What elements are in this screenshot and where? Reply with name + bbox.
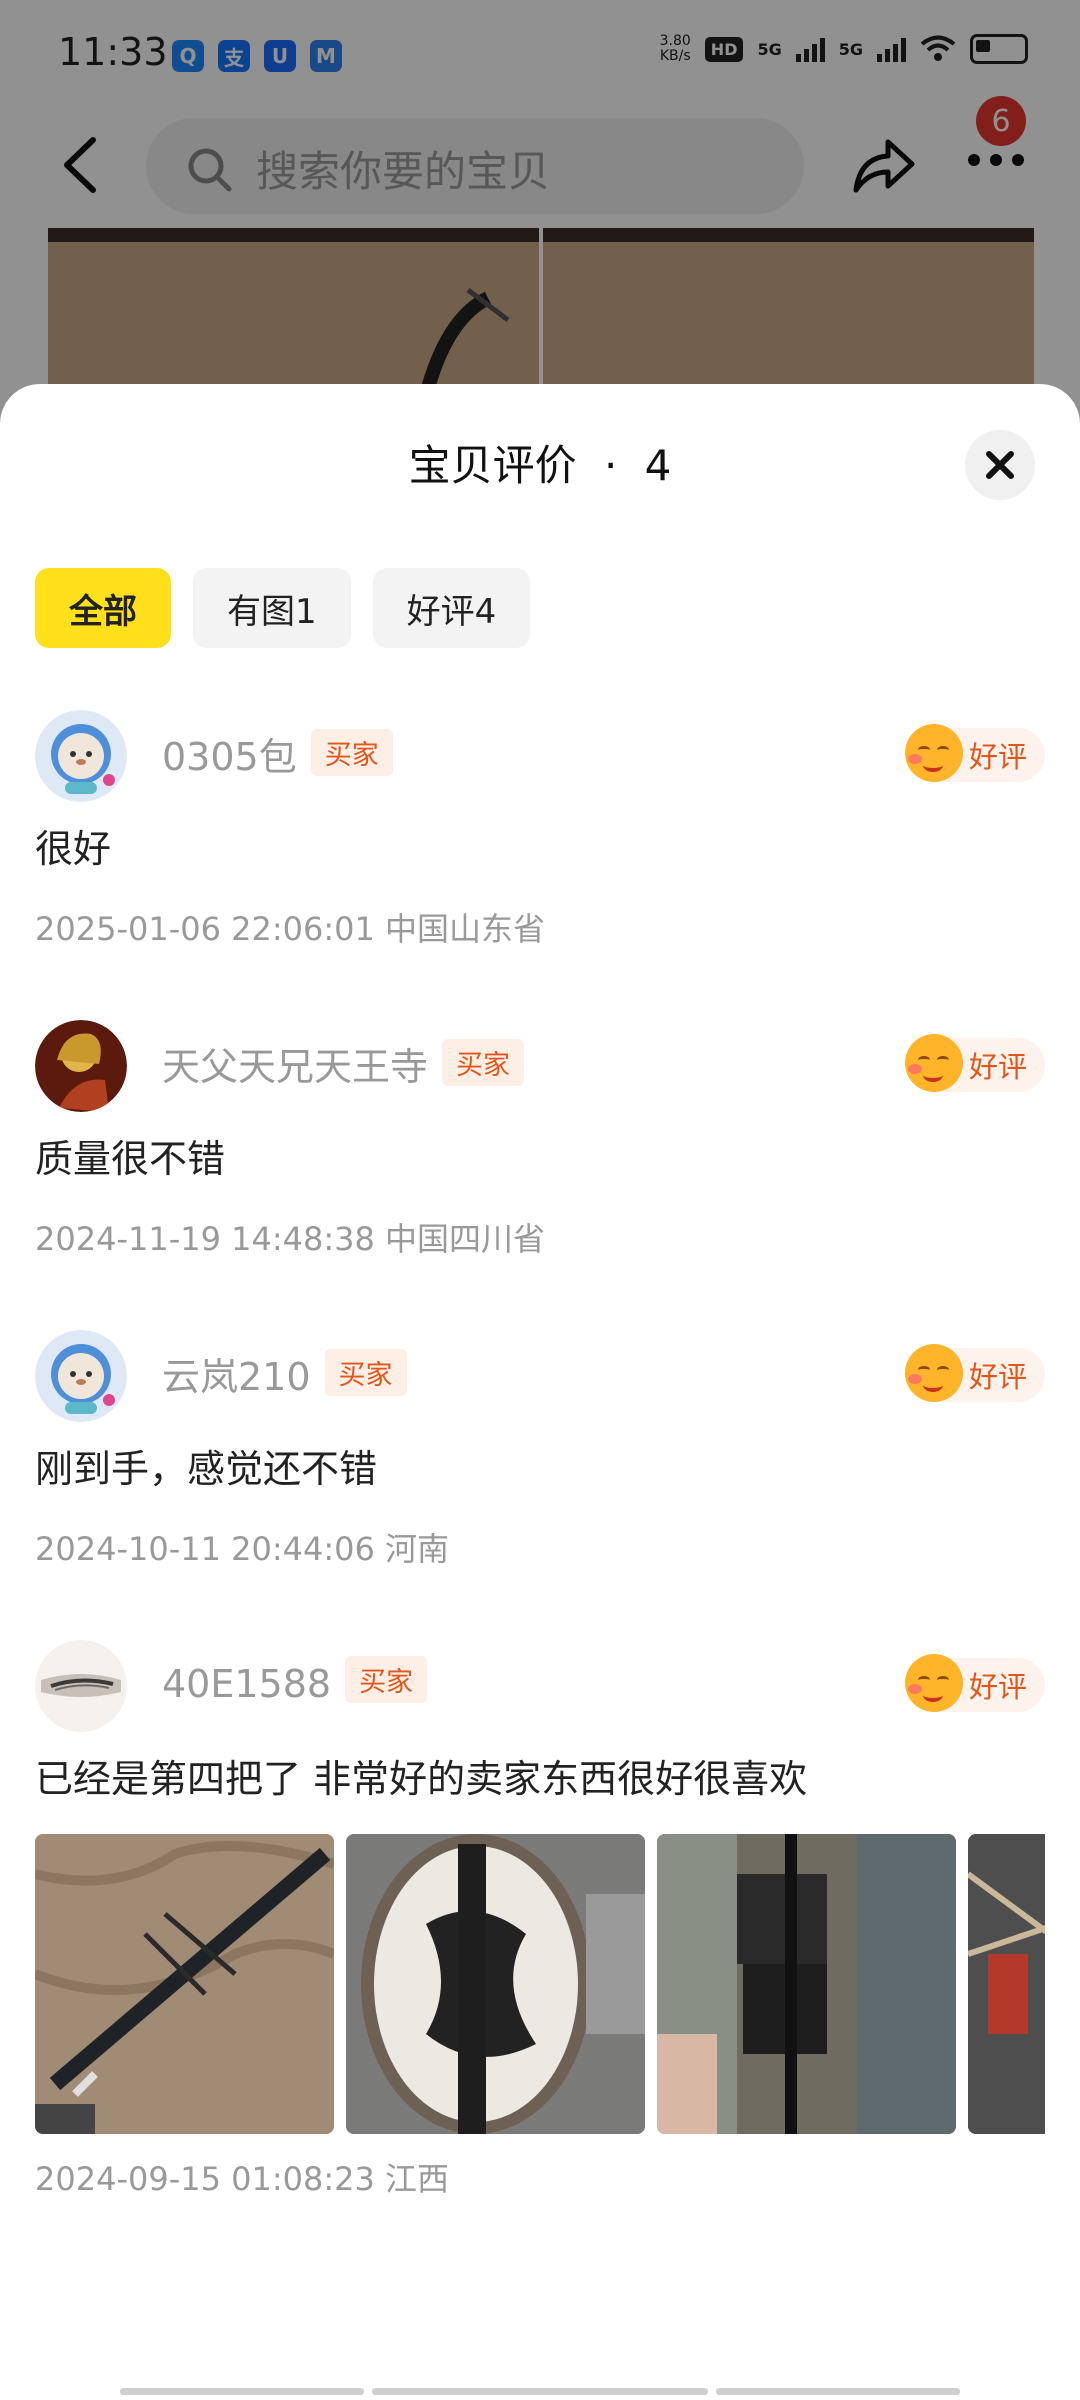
username[interactable]: 0305包 买家 [162, 726, 393, 781]
avatar[interactable] [35, 1020, 127, 1112]
rating-label: 好评 [968, 1670, 1027, 1704]
filter-positive[interactable]: 好评4 [372, 568, 531, 648]
gesture-bar [120, 2388, 364, 2395]
reviews-sheet: 宝贝评价 · 4 全部 有图1 好评4 0305包 买家 好评 很好 2025-… [0, 384, 1080, 2400]
smile-emoji-icon [904, 724, 963, 782]
rating-badge: 好评 [904, 724, 1045, 782]
sheet-title-text: 宝贝评价 [408, 441, 577, 490]
filter-tabs: 全部 有图1 好评4 [35, 568, 531, 648]
username-text: 天父天兄天王寺 [162, 1045, 429, 1089]
username-text: 40E1588 [162, 1662, 332, 1706]
filter-with-photos[interactable]: 有图1 [193, 568, 351, 648]
review-text: 很好 [35, 827, 112, 871]
buyer-tag: 买家 [324, 1349, 407, 1396]
review-photo[interactable] [968, 1834, 1045, 2134]
review-time: 2024-10-11 20:44:06 [35, 1530, 375, 1568]
username[interactable]: 40E1588 买家 [162, 1656, 428, 1706]
review-text: 已经是第四把了 非常好的卖家东西很好很喜欢 [35, 1757, 808, 1801]
review-photo[interactable] [346, 1834, 645, 2134]
review-time: 2025-01-06 22:06:01 [35, 910, 375, 948]
review-meta: 2024-11-19 14:48:38 中国四川省 [35, 1214, 545, 1260]
username-text: 云岚210 [162, 1355, 311, 1399]
username[interactable]: 云岚210 买家 [162, 1346, 407, 1401]
review-time: 2024-09-15 01:08:23 [35, 2160, 375, 2198]
title-separator: · [603, 441, 618, 490]
review-meta: 2024-09-15 01:08:23 江西 [35, 2154, 449, 2200]
review-count: 4 [644, 441, 672, 490]
username-text: 0305包 [162, 735, 297, 779]
buyer-tag: 买家 [310, 729, 393, 776]
rating-label: 好评 [968, 740, 1027, 774]
rating-label: 好评 [968, 1050, 1027, 1084]
filter-all[interactable]: 全部 [35, 568, 171, 648]
review-meta: 2024-10-11 20:44:06 河南 [35, 1524, 449, 1570]
avatar[interactable] [35, 1640, 127, 1732]
username[interactable]: 天父天兄天王寺 买家 [162, 1036, 525, 1091]
review-photo[interactable] [35, 1834, 334, 2134]
avatar[interactable] [35, 710, 127, 802]
review-time: 2024-11-19 14:48:38 [35, 1220, 375, 1258]
buyer-tag: 买家 [442, 1039, 525, 1086]
review-photos [35, 1834, 1045, 2134]
smile-emoji-icon [904, 1654, 963, 1712]
review-photo[interactable] [657, 1834, 956, 2134]
review-location: 江西 [385, 2160, 450, 2198]
review-text: 刚到手，感觉还不错 [35, 1447, 378, 1491]
smile-emoji-icon [904, 1034, 963, 1092]
close-icon[interactable] [965, 430, 1035, 500]
rating-badge: 好评 [904, 1344, 1045, 1402]
gesture-bar [716, 2388, 960, 2395]
avatar[interactable] [35, 1330, 127, 1422]
rating-label: 好评 [968, 1360, 1027, 1394]
review-location: 河南 [385, 1530, 450, 1568]
smile-emoji-icon [904, 1344, 963, 1402]
rating-badge: 好评 [904, 1034, 1045, 1092]
rating-badge: 好评 [904, 1654, 1045, 1712]
buyer-tag: 买家 [345, 1656, 428, 1703]
review-location: 中国山东省 [385, 910, 546, 948]
sheet-title: 宝贝评价 · 4 [0, 432, 1080, 493]
review-location: 中国四川省 [385, 1220, 546, 1258]
gesture-bar [372, 2388, 708, 2395]
review-text: 质量很不错 [35, 1137, 226, 1181]
review-meta: 2025-01-06 22:06:01 中国山东省 [35, 904, 545, 950]
